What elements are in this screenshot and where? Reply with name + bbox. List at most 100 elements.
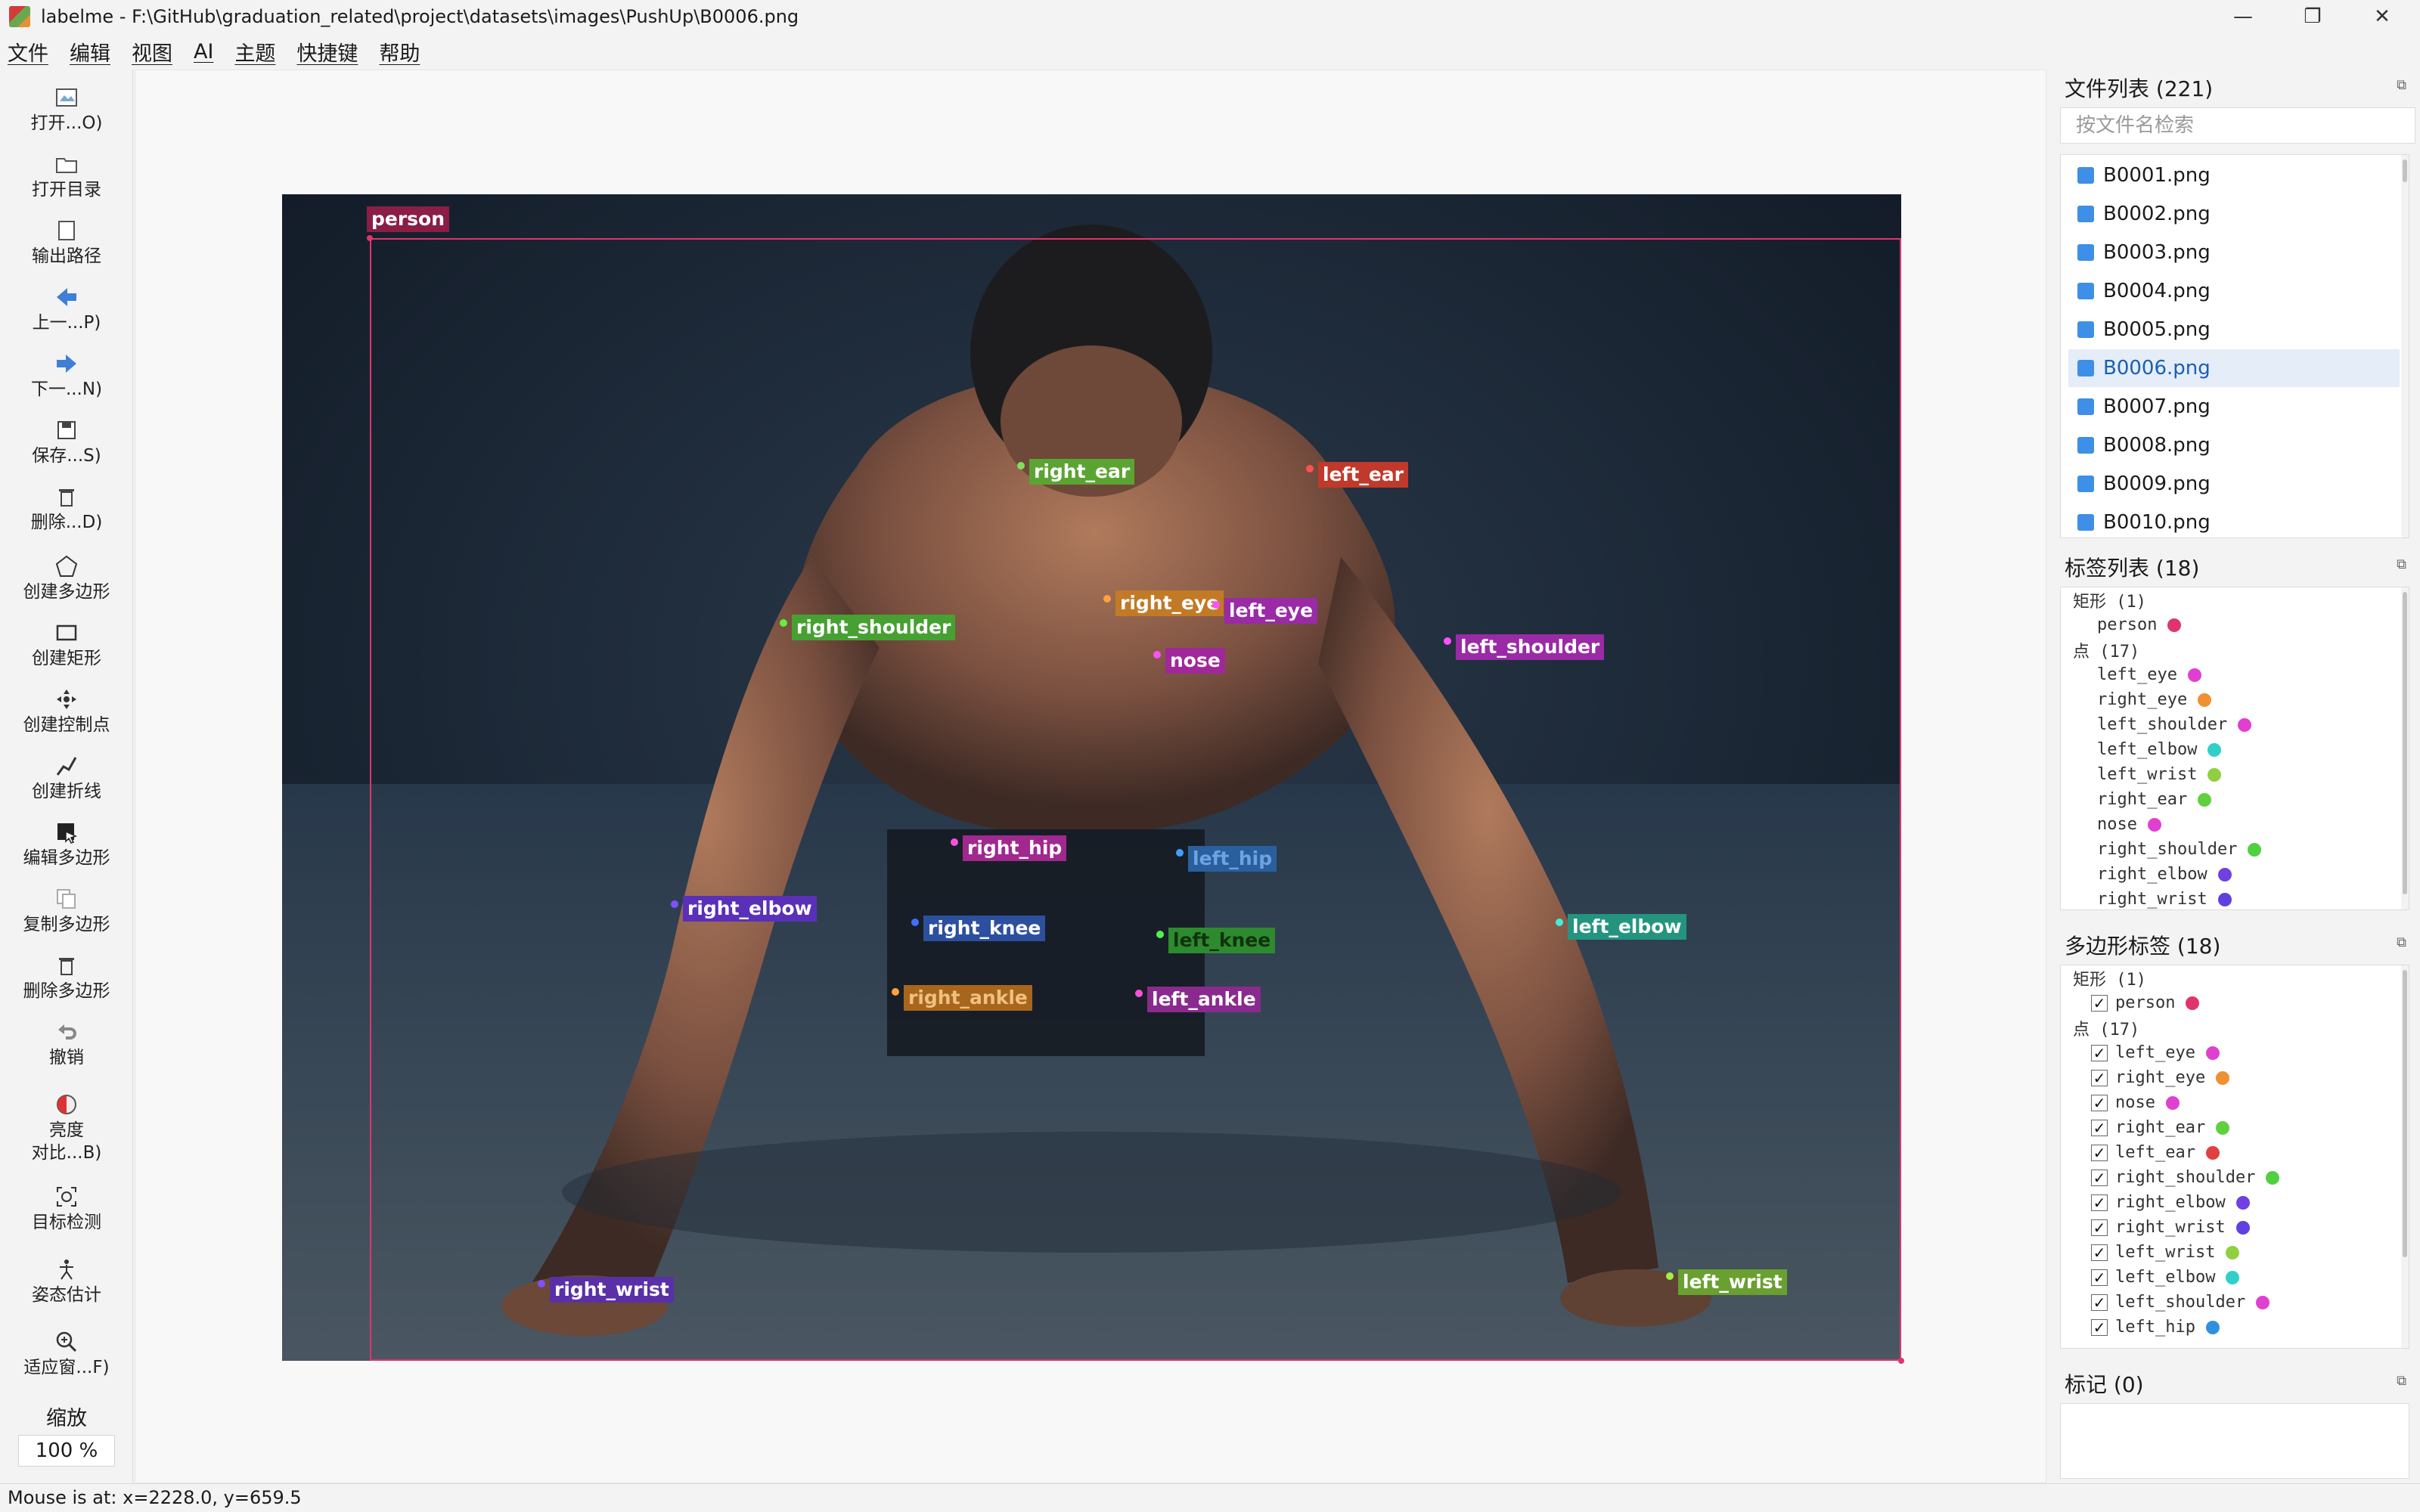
person-bbox[interactable] — [370, 238, 1901, 1361]
checkbox-icon[interactable] — [2077, 398, 2094, 415]
keypoint-right-ear[interactable] — [1017, 462, 1025, 469]
label-item[interactable]: left_wrist — [2097, 762, 2222, 787]
checkbox-checked-icon[interactable]: ✓ — [2091, 1244, 2108, 1261]
open-dir-button[interactable]: 打开目录 — [0, 151, 133, 201]
checkbox-checked-icon[interactable]: ✓ — [2091, 1169, 2108, 1186]
keypoint-nose[interactable] — [1153, 651, 1161, 658]
keypoint-right-wrist[interactable] — [538, 1280, 545, 1287]
delete-polygon-button[interactable]: 删除多边形 — [0, 953, 133, 1002]
label-item[interactable]: person — [2097, 612, 2182, 637]
save-button[interactable]: 保存...S) — [0, 417, 133, 467]
label-item[interactable]: nose — [2097, 812, 2161, 837]
output-path-button[interactable]: 输出路径 — [0, 218, 133, 268]
checkbox-checked-icon[interactable]: ✓ — [2091, 1318, 2108, 1336]
checkbox-checked-icon[interactable]: ✓ — [2091, 1269, 2108, 1286]
create-polygon-button[interactable]: 创建多边形 — [0, 553, 133, 603]
brightness-contrast-button[interactable]: 亮度 对比...B) — [0, 1092, 133, 1164]
checkbox-icon[interactable] — [2077, 514, 2094, 531]
dock-float-icon[interactable]: ⧉ — [2397, 77, 2406, 93]
menu-shortcuts[interactable]: 快捷键 — [296, 37, 358, 67]
scrollbar-thumb[interactable] — [2403, 592, 2407, 894]
polygon-item[interactable]: ✓ left_ear — [2091, 1140, 2220, 1165]
keypoint-right-elbow[interactable] — [671, 900, 678, 908]
keypoint-left-ankle[interactable] — [1135, 990, 1143, 997]
undo-button[interactable]: 撤销 — [0, 1019, 133, 1069]
keypoint-left-shoulder[interactable] — [1444, 637, 1451, 645]
label-item[interactable]: right_ear — [2097, 787, 2212, 812]
polygon-item[interactable]: ✓ right_ear — [2091, 1115, 2230, 1140]
polygon-item[interactable]: ✓ left_elbow — [2091, 1265, 2240, 1290]
menu-edit[interactable]: 编辑 — [70, 37, 110, 67]
polygon-item[interactable]: ✓ left_wrist — [2091, 1240, 2240, 1265]
file-list-scrollbar[interactable] — [2401, 155, 2409, 538]
file-search-input[interactable]: 按文件名检索 — [2060, 107, 2415, 144]
dock-float-icon[interactable]: ⧉ — [2397, 556, 2406, 572]
group-header[interactable]: 点 (17) — [2073, 637, 2139, 662]
polygon-item[interactable]: ✓ person — [2091, 990, 2200, 1015]
polygon-list-scrollbar[interactable] — [2401, 965, 2409, 1348]
file-list-item[interactable]: B0004.png — [2068, 272, 2400, 310]
next-image-button[interactable]: 下一...N) — [0, 351, 133, 401]
label-item[interactable]: right_wrist — [2097, 887, 2232, 909]
keypoint-left-knee[interactable] — [1156, 931, 1164, 938]
edit-polygon-button[interactable]: 编辑多边形 — [0, 820, 133, 869]
group-header[interactable]: 矩形 (1) — [2073, 965, 2146, 990]
checkbox-checked-icon[interactable]: ✓ — [2091, 1194, 2108, 1211]
keypoint-left-hip[interactable] — [1176, 849, 1184, 857]
file-list-item[interactable]: B0001.png — [2068, 156, 2400, 194]
polygon-item[interactable]: ✓ nose — [2091, 1090, 2180, 1115]
open-file-button[interactable]: 打开...O) — [0, 85, 133, 135]
checkbox-checked-icon[interactable]: ✓ — [2091, 1094, 2108, 1111]
keypoint-right-shoulder[interactable] — [780, 619, 787, 627]
create-point-button[interactable]: 创建控制点 — [0, 686, 133, 736]
create-polyline-button[interactable]: 创建折线 — [0, 753, 133, 803]
scrollbar-thumb[interactable] — [2403, 160, 2407, 182]
checkbox-icon[interactable] — [2077, 244, 2094, 261]
group-header[interactable]: 点 (17) — [2073, 1015, 2139, 1040]
polygon-item[interactable]: ✓ right_elbow — [2091, 1190, 2250, 1215]
label-item[interactable]: right_eye — [2097, 687, 2212, 712]
keypoint-left-wrist[interactable] — [1666, 1272, 1674, 1280]
polygon-item[interactable]: ✓ right_shoulder — [2091, 1165, 2280, 1190]
checkbox-icon[interactable] — [2077, 283, 2094, 299]
checkbox-icon[interactable] — [2077, 437, 2094, 454]
label-item[interactable]: right_shoulder — [2097, 837, 2262, 862]
menu-ai[interactable]: AI — [194, 40, 213, 64]
zoom-spinbox[interactable]: 100 % — [18, 1435, 115, 1467]
file-list-item[interactable]: B0003.png — [2068, 234, 2400, 271]
delete-file-button[interactable]: 删除...D) — [0, 484, 133, 534]
bbox-corner-handle[interactable] — [367, 235, 373, 241]
keypoint-right-knee[interactable] — [911, 919, 919, 926]
polygon-item[interactable]: ✓ right_wrist — [2091, 1215, 2250, 1240]
menu-file[interactable]: 文件 — [8, 37, 48, 67]
file-list-item[interactable]: B0007.png — [2068, 388, 2400, 426]
checkbox-checked-icon[interactable]: ✓ — [2091, 1219, 2108, 1236]
polygon-item[interactable]: ✓ left_hip — [2091, 1315, 2220, 1340]
polygon-item[interactable]: ✓ left_shoulder — [2091, 1290, 2270, 1315]
menu-theme[interactable]: 主题 — [234, 37, 275, 67]
annotation-canvas[interactable]: person right_ear left_ear right_eye left… — [135, 70, 2046, 1483]
checkbox-checked-icon[interactable]: ✓ — [2091, 994, 2108, 1012]
keypoint-right-ankle[interactable] — [892, 988, 899, 996]
menu-view[interactable]: 视图 — [132, 37, 172, 67]
restore-icon[interactable]: ❐ — [2278, 0, 2347, 33]
label-item[interactable]: left_eye — [2097, 662, 2201, 687]
create-rectangle-button[interactable]: 创建矩形 — [0, 620, 133, 670]
scrollbar-thumb[interactable] — [2403, 970, 2407, 1257]
checkbox-checked-icon[interactable]: ✓ — [2091, 1144, 2108, 1161]
dock-float-icon[interactable]: ⧉ — [2397, 1373, 2406, 1389]
dock-float-icon[interactable]: ⧉ — [2397, 934, 2406, 950]
label-list-scrollbar[interactable] — [2401, 587, 2409, 909]
checkbox-checked-icon[interactable]: ✓ — [2091, 1044, 2108, 1061]
copy-polygon-button[interactable]: 复制多边形 — [0, 886, 133, 936]
file-list-item[interactable]: B0002.png — [2068, 195, 2400, 233]
polygon-item[interactable]: ✓ left_eye — [2091, 1040, 2220, 1065]
keypoint-left-elbow[interactable] — [1556, 919, 1563, 926]
file-list-item[interactable]: B0005.png — [2068, 311, 2400, 349]
checkbox-icon[interactable] — [2077, 360, 2094, 376]
checkbox-icon[interactable] — [2077, 206, 2094, 222]
close-icon[interactable]: ✕ — [2347, 0, 2417, 33]
keypoint-left-eye[interactable] — [1212, 601, 1220, 609]
polygon-item[interactable]: ✓ right_eye — [2091, 1065, 2230, 1090]
checkbox-icon[interactable] — [2077, 476, 2094, 492]
